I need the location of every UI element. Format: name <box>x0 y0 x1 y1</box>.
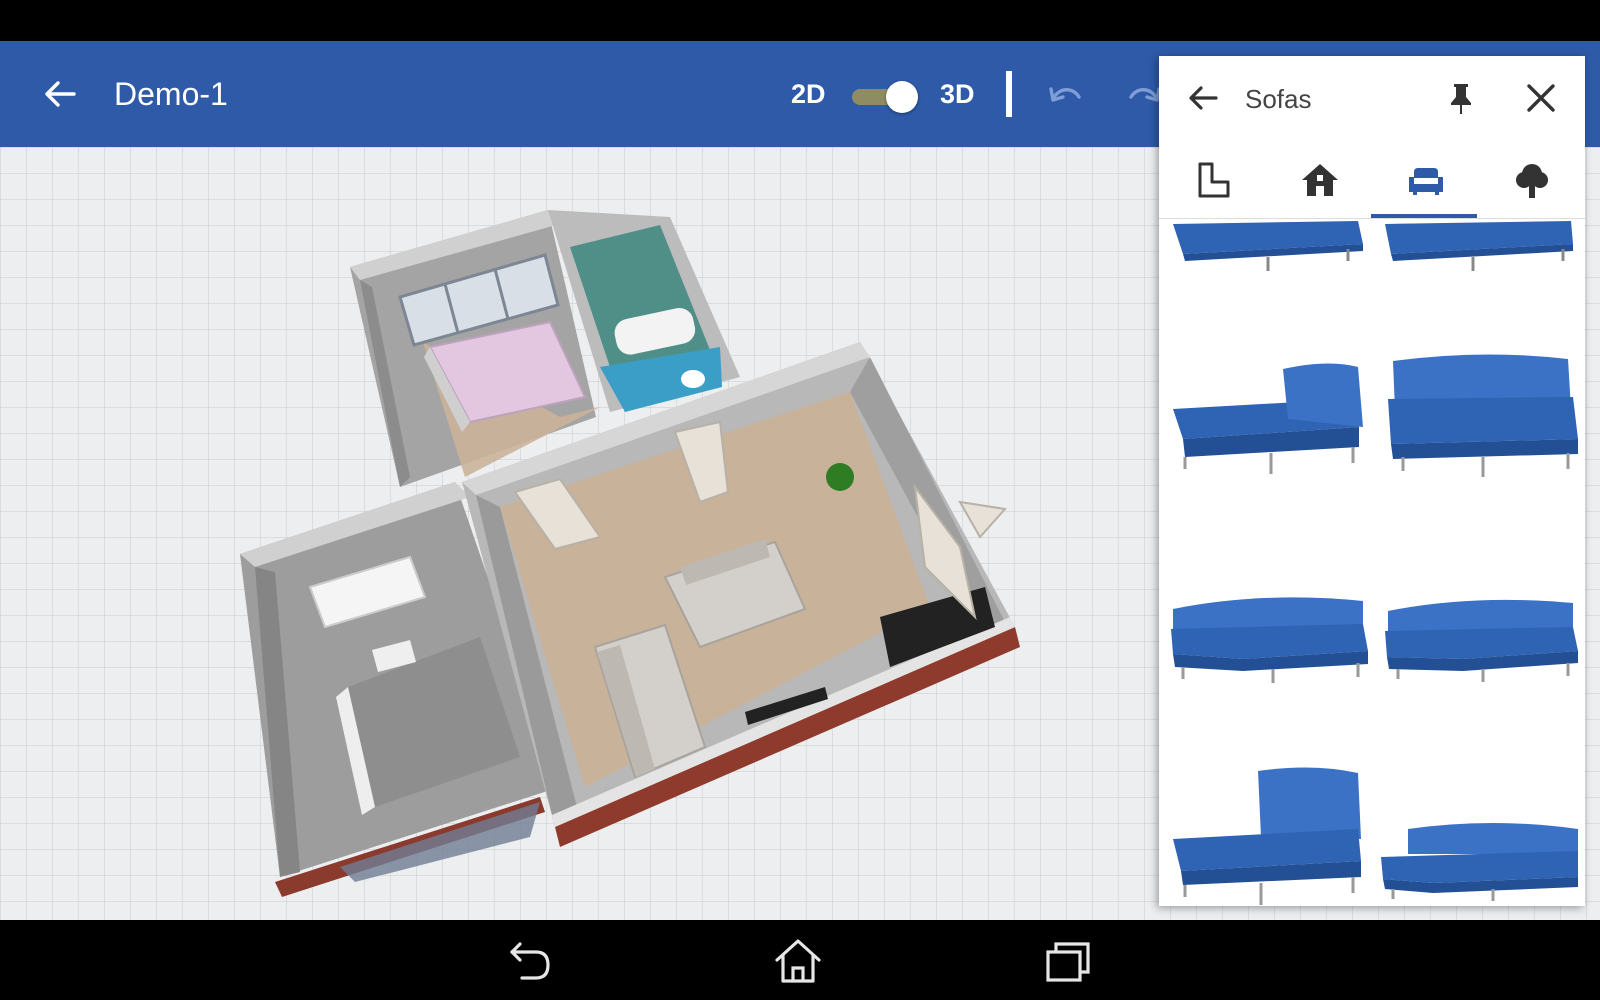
panel-header: Sofas <box>1159 56 1585 142</box>
nav-recent-apps-icon[interactable] <box>1044 938 1094 984</box>
sofa-item[interactable] <box>1373 579 1583 779</box>
mode-2d-label[interactable]: 2D <box>791 77 826 111</box>
sofa-chaise-partial-icon <box>1173 221 1363 271</box>
sofa-item[interactable] <box>1373 339 1583 539</box>
project-title: Demo-1 <box>114 76 228 112</box>
sofa-item[interactable] <box>1373 159 1583 359</box>
mode-3d-label[interactable]: 3D <box>940 77 975 111</box>
sofa-grid <box>1159 219 1585 906</box>
sofa-chaise-partial-icon <box>1385 221 1573 271</box>
view-mode-toggle[interactable] <box>852 81 918 113</box>
sofa-item[interactable] <box>1163 759 1373 906</box>
nav-home-icon[interactable] <box>773 938 823 984</box>
system-navigation-bar <box>0 920 1600 1000</box>
corner-sofa-icon <box>1385 599 1578 682</box>
chaise-longue-sofa-icon <box>1173 363 1363 474</box>
toolbar-divider <box>1006 71 1012 117</box>
plant-3d-model[interactable] <box>826 463 854 491</box>
pin-icon[interactable] <box>1441 78 1481 118</box>
sofa-item[interactable] <box>1373 759 1583 906</box>
panel-title: Sofas <box>1245 84 1312 114</box>
l-shaped-sofa-icon <box>1381 823 1578 901</box>
undo-icon[interactable] <box>1043 77 1087 113</box>
corner-sofa-icon <box>1171 597 1368 683</box>
nav-back-icon[interactable] <box>506 938 556 984</box>
back-arrow-icon[interactable] <box>40 74 80 114</box>
furniture-catalog-panel: Sofas <box>1159 56 1585 906</box>
panel-back-arrow-icon[interactable] <box>1185 80 1221 116</box>
toggle-knob <box>886 81 918 113</box>
sofa-item[interactable] <box>1163 339 1373 539</box>
close-icon[interactable] <box>1523 80 1559 116</box>
3d-floor-plan[interactable] <box>0 147 1160 920</box>
sofa-item[interactable] <box>1163 159 1373 359</box>
chaise-longue-sofa-icon <box>1173 767 1361 905</box>
corner-sofa-section-icon <box>1388 354 1578 477</box>
status-bar <box>0 0 1600 41</box>
sofa-item[interactable] <box>1163 579 1373 779</box>
